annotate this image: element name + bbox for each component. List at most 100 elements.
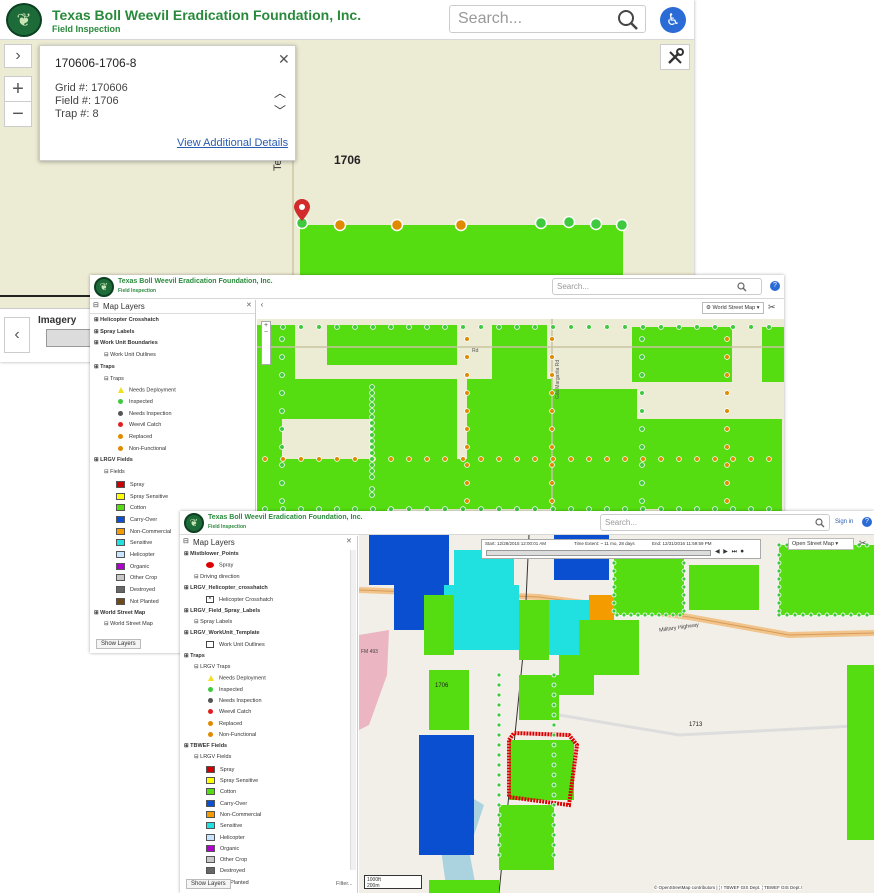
basemap-thumbnail[interactable]: [46, 329, 92, 347]
trap-marker[interactable]: [369, 468, 375, 474]
trap-marker[interactable]: [334, 324, 340, 330]
layer-item[interactable]: ⊟ Spray Labels: [194, 619, 232, 625]
basemap-selector[interactable]: Open Street Map ▾: [788, 538, 854, 550]
trap-marker[interactable]: [712, 324, 718, 330]
legend-item[interactable]: Needs Inspection: [206, 698, 262, 704]
trap-marker[interactable]: [496, 712, 502, 718]
trap-marker[interactable]: [549, 408, 555, 414]
trap-marker[interactable]: [464, 498, 470, 504]
zoom-out-button[interactable]: −: [4, 101, 32, 127]
legend-item[interactable]: Destroyed: [116, 586, 155, 594]
layer-item[interactable]: ⊟ LRGV Fields: [194, 754, 231, 760]
trap-marker[interactable]: [442, 324, 448, 330]
trap-marker[interactable]: [724, 372, 730, 378]
trap-marker[interactable]: [639, 462, 645, 468]
trap-marker[interactable]: [840, 612, 846, 618]
trap-marker[interactable]: [642, 612, 648, 618]
trap-marker[interactable]: [776, 568, 782, 574]
legend-item[interactable]: Non-Commercial: [206, 810, 261, 818]
trap-marker[interactable]: [776, 576, 782, 582]
trap-marker[interactable]: [460, 324, 466, 330]
trap-marker[interactable]: [496, 732, 502, 738]
trap-marker[interactable]: [496, 682, 502, 688]
trap-marker[interactable]: [639, 498, 645, 504]
trap-marker[interactable]: [656, 612, 662, 618]
trap-marker[interactable]: [549, 336, 555, 342]
trap-marker[interactable]: [298, 324, 304, 330]
legend-item[interactable]: Sensitive: [116, 539, 152, 547]
help-icon[interactable]: ?: [862, 517, 872, 527]
trap-marker[interactable]: [622, 456, 628, 462]
zoom-control[interactable]: + −: [261, 321, 271, 365]
expand-panel-button[interactable]: ›: [4, 44, 32, 68]
map-view[interactable]: Military Highway 1706 1713 FM 493 1000ft…: [359, 535, 874, 893]
trap-marker[interactable]: [621, 612, 627, 618]
legend-item[interactable]: Carry-Over: [116, 515, 157, 523]
trap-marker[interactable]: [639, 426, 645, 432]
trap-marker[interactable]: [464, 390, 470, 396]
trap-marker[interactable]: [496, 672, 502, 678]
layer-item[interactable]: ⊞ LRGV_Helicopter_crosshatch: [184, 585, 268, 591]
legend-item[interactable]: Inspected: [116, 399, 153, 405]
legend-item[interactable]: Spray Sensitive: [116, 492, 168, 500]
legend-item[interactable]: Needs Deployment: [206, 675, 266, 682]
search-icon[interactable]: [737, 282, 747, 292]
trap-marker[interactable]: [658, 324, 664, 330]
trap-marker[interactable]: [369, 402, 375, 408]
legend-item[interactable]: Needs Inspection: [116, 411, 172, 417]
legend-item[interactable]: Spray: [206, 562, 233, 569]
time-track[interactable]: [486, 550, 711, 556]
trap-marker[interactable]: [681, 592, 687, 598]
trap-marker[interactable]: [604, 324, 610, 330]
panel-toggle-button[interactable]: ‹: [257, 300, 267, 320]
trap-marker[interactable]: [681, 560, 687, 566]
close-icon[interactable]: ✕: [346, 537, 352, 545]
legend-item[interactable]: Weevil Catch: [116, 422, 161, 428]
panel-scrollbar[interactable]: [350, 550, 356, 870]
trap-marker[interactable]: [776, 608, 782, 614]
trap-marker[interactable]: [663, 612, 669, 618]
trap-marker[interactable]: [549, 354, 555, 360]
filter-input[interactable]: Filter...: [336, 881, 353, 887]
trap-marker[interactable]: [279, 408, 285, 414]
trap-marker[interactable]: [776, 542, 782, 548]
trap-marker[interactable]: [766, 324, 772, 330]
legend-item[interactable]: Cotton: [116, 504, 146, 512]
legend-item[interactable]: Spray: [206, 765, 234, 773]
search-input[interactable]: Search...: [600, 514, 830, 531]
legend-item[interactable]: Spray: [116, 480, 144, 488]
trap-marker[interactable]: [730, 456, 736, 462]
trap-marker[interactable]: [724, 336, 730, 342]
trap-marker[interactable]: [464, 462, 470, 468]
legend-item[interactable]: Non-Functional: [116, 446, 166, 452]
trap-marker[interactable]: [464, 354, 470, 360]
trap-marker[interactable]: [551, 812, 557, 818]
trap-marker[interactable]: [864, 612, 870, 618]
trap-marker[interactable]: [551, 732, 557, 738]
trap-marker[interactable]: [549, 462, 555, 468]
legend-item[interactable]: Organic: [116, 562, 149, 570]
trap-marker[interactable]: [333, 218, 347, 232]
trap-marker[interactable]: [824, 612, 830, 618]
trap-marker[interactable]: [681, 584, 687, 590]
trap-marker[interactable]: [766, 456, 772, 462]
trap-marker[interactable]: [694, 324, 700, 330]
trap-marker[interactable]: [496, 772, 502, 778]
search-input[interactable]: Search...: [449, 5, 646, 33]
trap-marker[interactable]: [724, 498, 730, 504]
layer-item[interactable]: ⊞ LRGV_Field_Spray_Labels: [184, 608, 260, 614]
trap-marker[interactable]: [551, 722, 557, 728]
legend-item[interactable]: Replaced: [116, 434, 152, 440]
trap-marker[interactable]: [568, 324, 574, 330]
trap-marker[interactable]: [589, 217, 603, 231]
trap-marker[interactable]: [748, 456, 754, 462]
search-input[interactable]: Search...: [552, 278, 762, 295]
trap-marker[interactable]: [776, 560, 782, 566]
trap-marker[interactable]: [551, 702, 557, 708]
trap-marker[interactable]: [464, 444, 470, 450]
trap-marker[interactable]: [369, 444, 375, 450]
trap-marker[interactable]: [388, 324, 394, 330]
trap-marker[interactable]: [478, 324, 484, 330]
trap-marker[interactable]: [551, 842, 557, 848]
search-icon[interactable]: [617, 9, 639, 31]
